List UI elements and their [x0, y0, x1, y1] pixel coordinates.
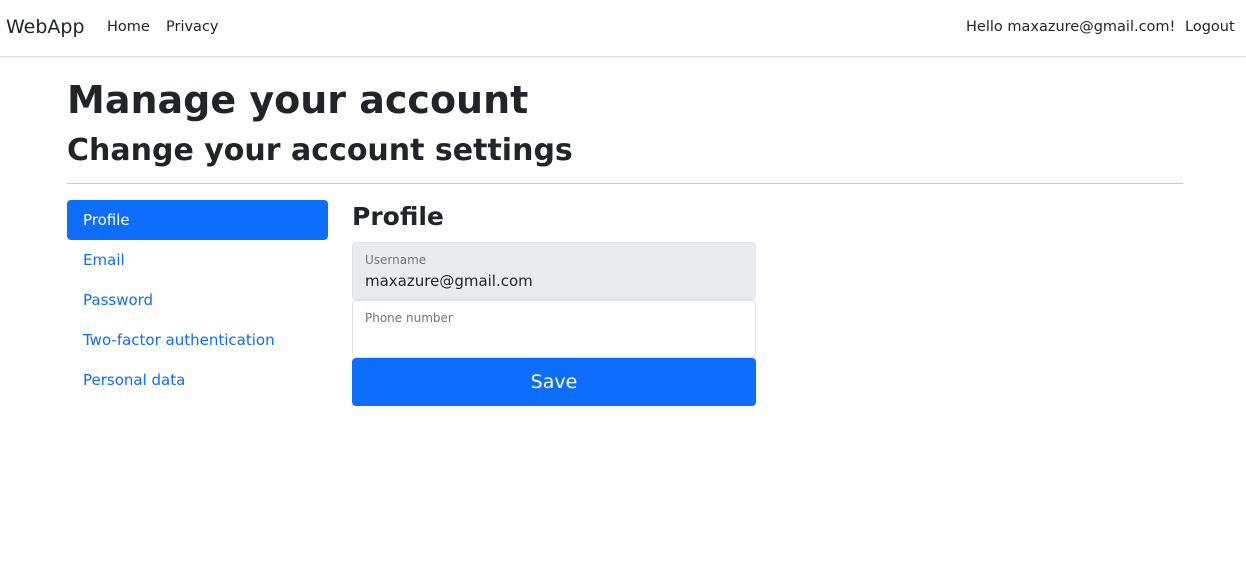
page-subtitle: Change your account settings: [67, 133, 573, 168]
section-title: Profile: [352, 202, 444, 231]
phone-label: Phone number: [365, 311, 453, 325]
logout-button[interactable]: Logout: [1185, 19, 1235, 35]
top-navbar: WebApp Home Privacy Hello maxazure@gmail…: [0, 0, 1246, 57]
save-button[interactable]: Save: [352, 358, 756, 406]
username-field: Username: [352, 242, 756, 300]
nav-privacy-link[interactable]: Privacy: [166, 19, 219, 35]
sidebar-item-password[interactable]: Password: [67, 280, 328, 320]
username-label: Username: [365, 253, 427, 267]
sidebar-item-email[interactable]: Email: [67, 240, 328, 280]
phone-input[interactable]: [365, 328, 743, 350]
brand-link[interactable]: WebApp: [6, 16, 85, 38]
username-input: [365, 270, 743, 292]
sidebar-item-two-factor[interactable]: Two-factor authentication: [67, 320, 328, 360]
sidebar-item-profile[interactable]: Profile: [67, 200, 328, 240]
header-divider: [67, 183, 1183, 184]
phone-field[interactable]: Phone number: [352, 300, 756, 358]
page-title: Manage your account: [67, 78, 529, 122]
user-greeting-link[interactable]: Hello maxazure@gmail.com!: [966, 19, 1175, 35]
nav-home-link[interactable]: Home: [107, 19, 150, 35]
sidebar-item-personal-data[interactable]: Personal data: [67, 360, 328, 400]
